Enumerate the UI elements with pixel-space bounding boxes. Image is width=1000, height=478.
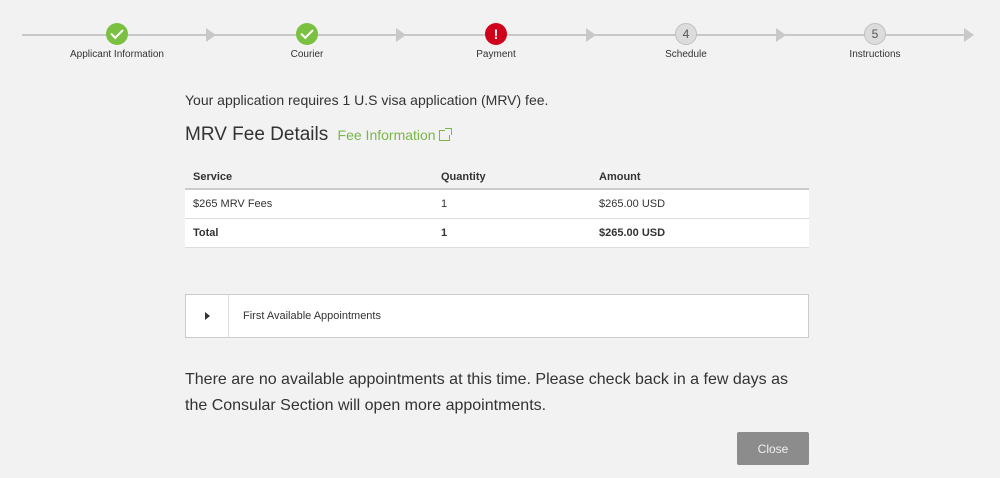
appointments-panel-label: First Available Appointments bbox=[243, 310, 381, 322]
progress-stepper: Applicant Information Courier ! Payment … bbox=[0, 0, 1000, 70]
external-link-icon bbox=[438, 128, 452, 141]
cell-total-quantity: 1 bbox=[433, 218, 591, 248]
fee-information-link[interactable]: Fee Information bbox=[338, 127, 452, 143]
step-applicant-information[interactable]: Applicant Information bbox=[47, 23, 187, 60]
cell-total-amount: $265.00 USD bbox=[591, 218, 809, 248]
cell-service: $265 MRV Fees bbox=[185, 189, 433, 219]
cell-total-label: Total bbox=[185, 218, 433, 248]
step-payment[interactable]: ! Payment bbox=[426, 23, 566, 60]
step-arrow-icon bbox=[586, 28, 596, 42]
step-label: Instructions bbox=[849, 49, 901, 60]
cell-quantity: 1 bbox=[433, 189, 591, 219]
table-header-row: Service Quantity Amount bbox=[185, 166, 809, 190]
exclamation-circle-icon: ! bbox=[485, 23, 507, 45]
column-header-quantity: Quantity bbox=[433, 166, 591, 190]
fee-table: Service Quantity Amount $265 MRV Fees 1 … bbox=[185, 166, 809, 248]
fee-details-heading: MRV Fee Details Fee Information bbox=[185, 124, 452, 146]
step-number: 5 bbox=[864, 23, 886, 45]
expand-toggle[interactable] bbox=[186, 295, 229, 337]
column-header-service: Service bbox=[185, 166, 433, 190]
cell-amount: $265.00 USD bbox=[591, 189, 809, 219]
step-number: 4 bbox=[675, 23, 697, 45]
no-appointments-message: There are no available appointments at t… bbox=[185, 371, 788, 414]
check-circle-icon bbox=[106, 23, 128, 45]
step-courier[interactable]: Courier bbox=[237, 23, 377, 60]
step-arrow-icon bbox=[396, 28, 406, 42]
step-schedule[interactable]: 4 Schedule bbox=[616, 23, 756, 60]
caret-right-icon bbox=[204, 312, 210, 320]
step-label: Payment bbox=[476, 49, 516, 60]
first-available-appointments-panel[interactable]: First Available Appointments bbox=[185, 294, 809, 338]
step-arrow-icon bbox=[776, 28, 786, 42]
fee-details-title: MRV Fee Details bbox=[185, 124, 329, 145]
close-button[interactable]: Close bbox=[737, 432, 809, 465]
step-label: Schedule bbox=[665, 49, 707, 60]
step-arrow-icon bbox=[206, 28, 216, 42]
step-arrow-icon bbox=[964, 28, 974, 42]
column-header-amount: Amount bbox=[591, 166, 809, 190]
step-label: Courier bbox=[290, 49, 324, 60]
check-circle-icon bbox=[296, 23, 318, 45]
step-label: Applicant Information bbox=[70, 49, 164, 60]
table-total-row: Total 1 $265.00 USD bbox=[185, 218, 809, 248]
fee-requirement-text: Your application requires 1 U.S visa app… bbox=[185, 92, 549, 108]
table-row: $265 MRV Fees 1 $265.00 USD bbox=[185, 189, 809, 219]
step-instructions[interactable]: 5 Instructions bbox=[805, 23, 945, 60]
